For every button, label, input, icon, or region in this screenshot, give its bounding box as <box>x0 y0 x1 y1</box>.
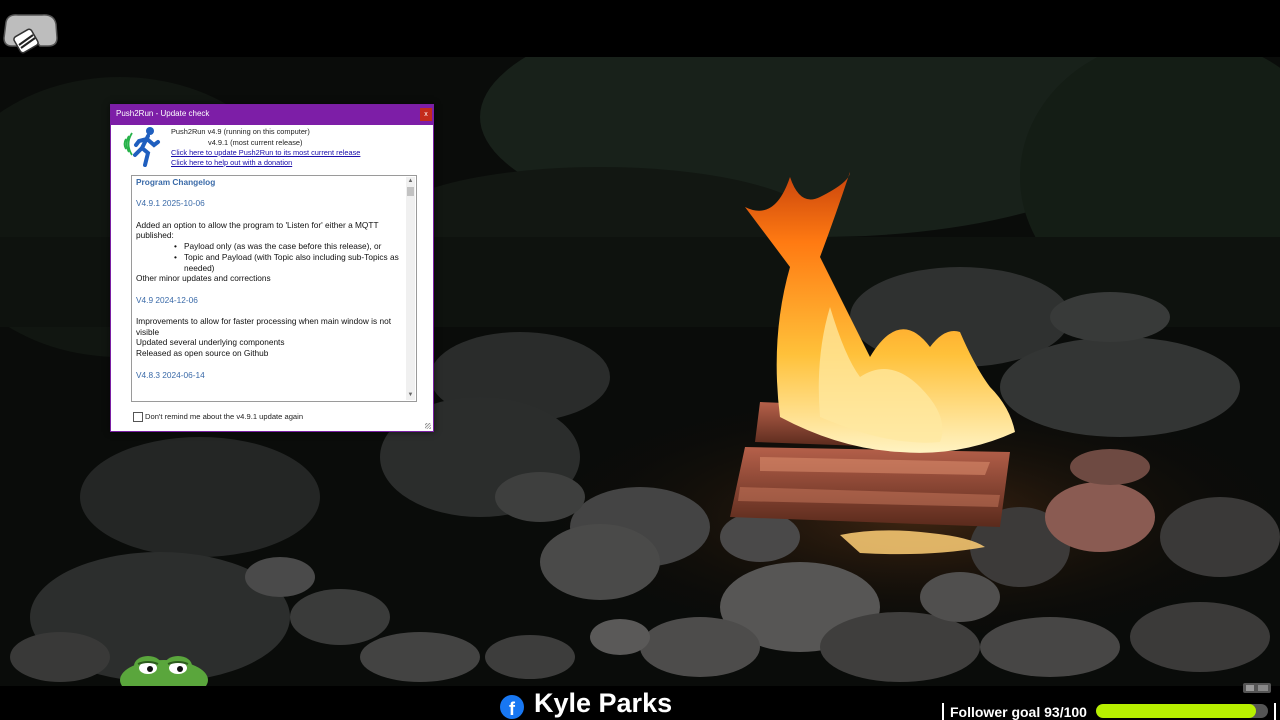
facebook-icon: f <box>500 695 524 719</box>
bullet-icon: • <box>174 251 177 262</box>
changelog-bullet-text: Payload only (as was the case before thi… <box>184 241 382 252</box>
changelog-bullet-text: Topic and Payload (with Topic also inclu… <box>184 251 399 273</box>
dont-remind-label[interactable]: Don't remind me about the v4.9.1 update … <box>145 412 303 421</box>
changelog-line: Released as open source on Github <box>136 348 269 359</box>
dont-remind-checkbox[interactable] <box>133 412 143 422</box>
update-link[interactable]: Click here to update Push2Run to its mos… <box>171 148 360 157</box>
changelog-bullet: • Payload only (as was the case before t… <box>174 241 400 252</box>
follower-goal-progress-bar <box>1096 704 1268 718</box>
changelog-panel[interactable]: Program Changelog V4.9.1 2025-10-06 Adde… <box>131 175 417 402</box>
follower-goal-progress-fill <box>1096 704 1256 718</box>
vr-headset-icon <box>3 14 58 54</box>
follower-goal-label: Follower goal 93/100 <box>950 704 1087 720</box>
running-man-icon <box>123 127 160 167</box>
scroll-up-arrow-icon[interactable]: ▲ <box>406 177 415 186</box>
changelog-version: V4.9.1 2025-10-06 <box>136 198 205 209</box>
changelog-scrollbar[interactable]: ▲ ▼ <box>406 177 415 400</box>
changelog-heading: Program Changelog <box>136 177 216 187</box>
dialog-title: Push2Run - Update check <box>116 109 210 118</box>
changelog-content: Program Changelog V4.9.1 2025-10-06 Adde… <box>136 177 400 391</box>
changelog-version: V4.9 2024-12-06 <box>136 294 198 305</box>
changelog-line: Added an option to allow the program to … <box>136 219 379 241</box>
camera-icon <box>1243 683 1271 693</box>
divider <box>1274 703 1276 720</box>
divider <box>942 703 944 720</box>
top-bar <box>0 0 1280 57</box>
changelog-line: Improvements to allow for faster process… <box>136 316 392 337</box>
donate-link[interactable]: Click here to help out with a donation <box>171 158 292 167</box>
streamer-name: Kyle Parks <box>534 688 673 718</box>
resize-grip[interactable] <box>425 423 431 429</box>
changelog-line: Other minor updates and corrections <box>136 273 271 284</box>
changelog-version: V4.8.3 2024-06-14 <box>136 369 205 380</box>
dialog-titlebar[interactable]: Push2Run - Update check x <box>111 105 433 125</box>
update-check-dialog: Push2Run - Update check x Push2Run v4.9 … <box>110 104 434 432</box>
scroll-down-arrow-icon[interactable]: ▼ <box>406 391 415 400</box>
changelog-bullet: • Topic and Payload (with Topic also inc… <box>174 252 400 273</box>
scroll-thumb[interactable] <box>407 187 414 196</box>
close-button[interactable]: x <box>420 108 432 121</box>
bullet-icon: • <box>174 241 177 252</box>
latest-version-label: v4.9.1 (most current release) <box>208 138 303 147</box>
current-version-label: Push2Run v4.9 (running on this computer) <box>171 127 310 136</box>
changelog-line: Updated several underlying components <box>136 337 285 348</box>
pepe-frog-icon <box>120 656 208 688</box>
